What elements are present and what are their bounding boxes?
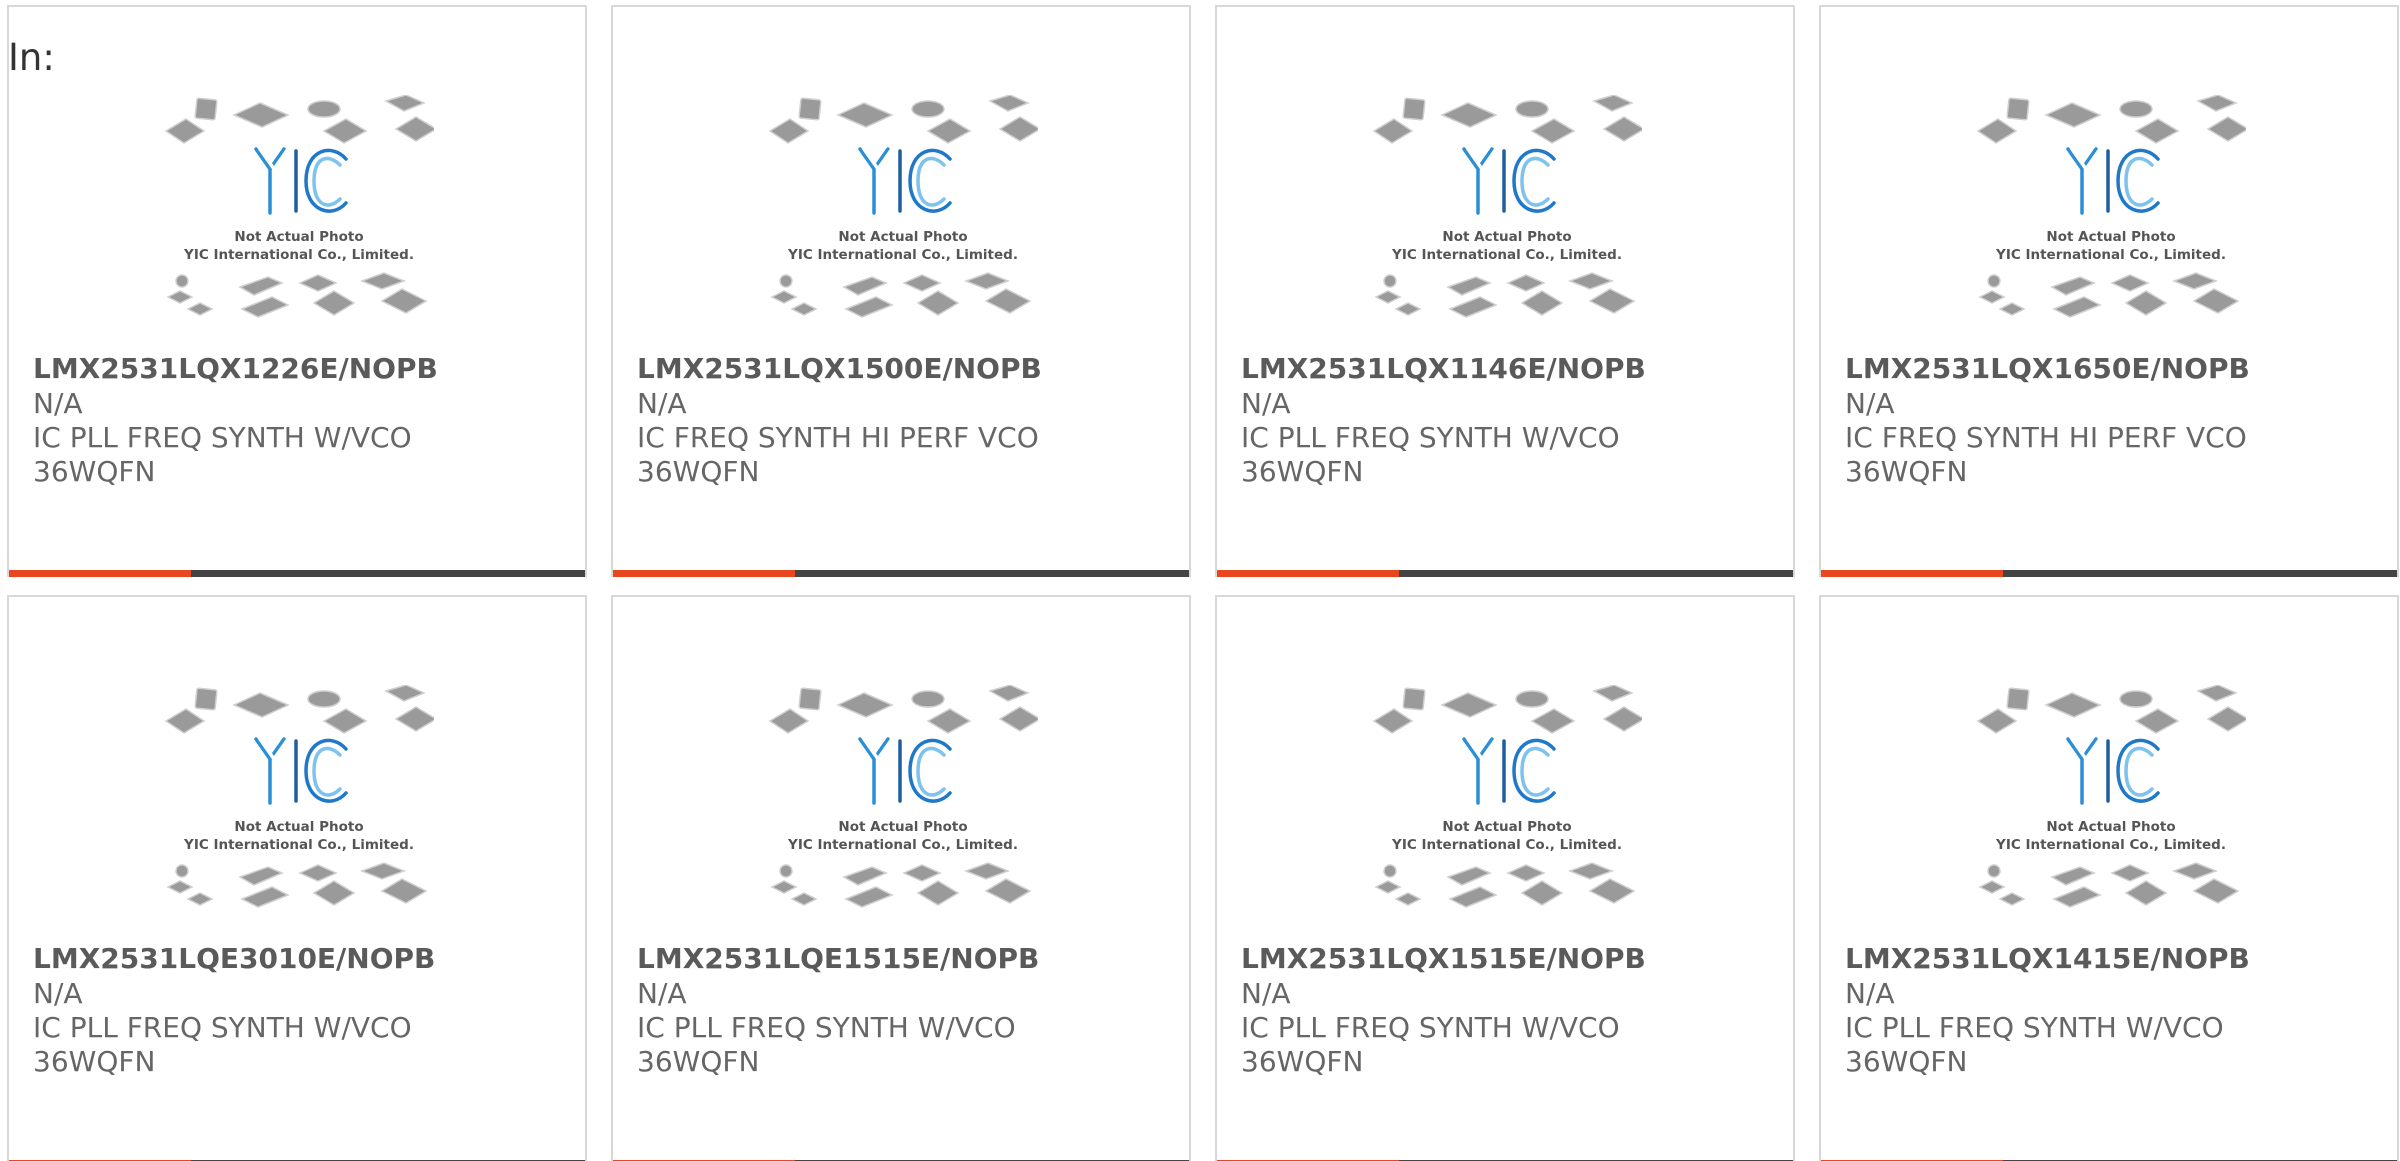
caption-line2: YIC International Co., Limited. (1391, 837, 1622, 853)
description-line2: 36WQFN (33, 1045, 156, 1078)
description-line1: IC PLL FREQ SYNTH W/VCO (637, 1011, 1016, 1044)
product-card[interactable]: Not Actual Photo YIC International Co., … (1819, 5, 2399, 577)
product-info: LMX2531LQX1515E/NOPB N/A IC PLL FREQ SYN… (1241, 941, 1783, 1079)
card-footer-bar (9, 570, 585, 577)
not-actual-photo-placeholder-icon: Not Actual Photo YIC International Co., … (768, 685, 1038, 908)
caption-line2: YIC International Co., Limited. (183, 837, 414, 853)
not-actual-photo-placeholder-icon: Not Actual Photo YIC International Co., … (164, 95, 434, 318)
availability-status: N/A (33, 977, 83, 1010)
product-thumbnail[interactable]: Not Actual Photo YIC International Co., … (1372, 685, 1642, 925)
description-line1: IC PLL FREQ SYNTH W/VCO (33, 1011, 412, 1044)
product-card[interactable]: Not Actual Photo YIC International Co., … (611, 5, 1191, 577)
not-actual-photo-placeholder-icon: Not Actual Photo YIC International Co., … (1372, 685, 1642, 908)
card-footer-bar (613, 570, 1189, 577)
caption-line2: YIC International Co., Limited. (183, 247, 414, 263)
product-card[interactable]: Not Actual Photo YIC International Co., … (7, 5, 587, 577)
caption-line1: Not Actual Photo (838, 819, 967, 835)
product-info: LMX2531LQX1226E/NOPB N/A IC PLL FREQ SYN… (33, 351, 575, 489)
description-line1: IC FREQ SYNTH HI PERF VCO (1845, 421, 2247, 454)
in-label: In: (8, 36, 55, 79)
description-line2: 36WQFN (1845, 1045, 1968, 1078)
card-footer-bar (1821, 570, 2397, 577)
not-actual-photo-placeholder-icon: Not Actual Photo YIC International Co., … (164, 685, 434, 908)
description-line2: 36WQFN (33, 455, 156, 488)
product-thumbnail[interactable]: Not Actual Photo YIC International Co., … (768, 95, 1038, 335)
product-card[interactable]: Not Actual Photo YIC International Co., … (1215, 595, 1795, 1161)
part-number[interactable]: LMX2531LQX1500E/NOPB (637, 351, 1179, 387)
not-actual-photo-placeholder-icon: Not Actual Photo YIC International Co., … (1976, 685, 2246, 908)
caption-line1: Not Actual Photo (1442, 819, 1571, 835)
part-number[interactable]: LMX2531LQE3010E/NOPB (33, 941, 575, 977)
caption-line1: Not Actual Photo (838, 229, 967, 245)
caption-line1: Not Actual Photo (2046, 229, 2175, 245)
part-number[interactable]: LMX2531LQX1515E/NOPB (1241, 941, 1783, 977)
product-grid-page: In: Not Actual Photo YIC International C… (0, 0, 2400, 1161)
product-info: LMX2531LQX1650E/NOPB N/A IC FREQ SYNTH H… (1845, 351, 2387, 489)
description-line1: IC FREQ SYNTH HI PERF VCO (637, 421, 1039, 454)
product-thumbnail[interactable]: Not Actual Photo YIC International Co., … (1372, 95, 1642, 335)
availability-status: N/A (1241, 977, 1291, 1010)
not-actual-photo-placeholder-icon: Not Actual Photo YIC International Co., … (1976, 95, 2246, 318)
product-card[interactable]: Not Actual Photo YIC International Co., … (7, 595, 587, 1161)
product-grid: Not Actual Photo YIC International Co., … (7, 5, 2399, 1161)
card-footer-accent (1821, 570, 2003, 577)
part-number[interactable]: LMX2531LQX1415E/NOPB (1845, 941, 2387, 977)
part-number[interactable]: LMX2531LQE1515E/NOPB (637, 941, 1179, 977)
caption-line2: YIC International Co., Limited. (1391, 247, 1622, 263)
availability-status: N/A (33, 387, 83, 420)
product-card[interactable]: Not Actual Photo YIC International Co., … (1819, 595, 2399, 1161)
description-line2: 36WQFN (1241, 1045, 1364, 1078)
availability-status: N/A (637, 387, 687, 420)
caption-line2: YIC International Co., Limited. (1995, 247, 2226, 263)
product-info: LMX2531LQX1146E/NOPB N/A IC PLL FREQ SYN… (1241, 351, 1783, 489)
not-actual-photo-placeholder-icon: Not Actual Photo YIC International Co., … (768, 95, 1038, 318)
card-footer-bar (1217, 570, 1793, 577)
caption-line1: Not Actual Photo (1442, 229, 1571, 245)
caption-line2: YIC International Co., Limited. (787, 837, 1018, 853)
card-footer-accent (1217, 570, 1399, 577)
description-line2: 36WQFN (637, 455, 760, 488)
product-card[interactable]: Not Actual Photo YIC International Co., … (1215, 5, 1795, 577)
caption-line1: Not Actual Photo (234, 819, 363, 835)
caption-line1: Not Actual Photo (2046, 819, 2175, 835)
product-info: LMX2531LQX1500E/NOPB N/A IC FREQ SYNTH H… (637, 351, 1179, 489)
product-info: LMX2531LQX1415E/NOPB N/A IC PLL FREQ SYN… (1845, 941, 2387, 1079)
not-actual-photo-placeholder-icon: Not Actual Photo YIC International Co., … (1372, 95, 1642, 318)
product-thumbnail[interactable]: Not Actual Photo YIC International Co., … (164, 685, 434, 925)
description-line1: IC PLL FREQ SYNTH W/VCO (1845, 1011, 2224, 1044)
card-footer-accent (613, 570, 795, 577)
caption-line1: Not Actual Photo (234, 229, 363, 245)
part-number[interactable]: LMX2531LQX1650E/NOPB (1845, 351, 2387, 387)
product-thumbnail[interactable]: Not Actual Photo YIC International Co., … (768, 685, 1038, 925)
availability-status: N/A (1241, 387, 1291, 420)
product-card[interactable]: Not Actual Photo YIC International Co., … (611, 595, 1191, 1161)
product-thumbnail[interactable]: Not Actual Photo YIC International Co., … (164, 95, 434, 335)
product-info: LMX2531LQE1515E/NOPB N/A IC PLL FREQ SYN… (637, 941, 1179, 1079)
caption-line2: YIC International Co., Limited. (1995, 837, 2226, 853)
product-thumbnail[interactable]: Not Actual Photo YIC International Co., … (1976, 95, 2246, 335)
part-number[interactable]: LMX2531LQX1226E/NOPB (33, 351, 575, 387)
product-info: LMX2531LQE3010E/NOPB N/A IC PLL FREQ SYN… (33, 941, 575, 1079)
description-line2: 36WQFN (637, 1045, 760, 1078)
card-footer-accent (9, 570, 191, 577)
description-line1: IC PLL FREQ SYNTH W/VCO (1241, 1011, 1620, 1044)
availability-status: N/A (1845, 977, 1895, 1010)
description-line2: 36WQFN (1845, 455, 1968, 488)
availability-status: N/A (637, 977, 687, 1010)
product-thumbnail[interactable]: Not Actual Photo YIC International Co., … (1976, 685, 2246, 925)
description-line2: 36WQFN (1241, 455, 1364, 488)
description-line1: IC PLL FREQ SYNTH W/VCO (1241, 421, 1620, 454)
part-number[interactable]: LMX2531LQX1146E/NOPB (1241, 351, 1783, 387)
description-line1: IC PLL FREQ SYNTH W/VCO (33, 421, 412, 454)
availability-status: N/A (1845, 387, 1895, 420)
caption-line2: YIC International Co., Limited. (787, 247, 1018, 263)
